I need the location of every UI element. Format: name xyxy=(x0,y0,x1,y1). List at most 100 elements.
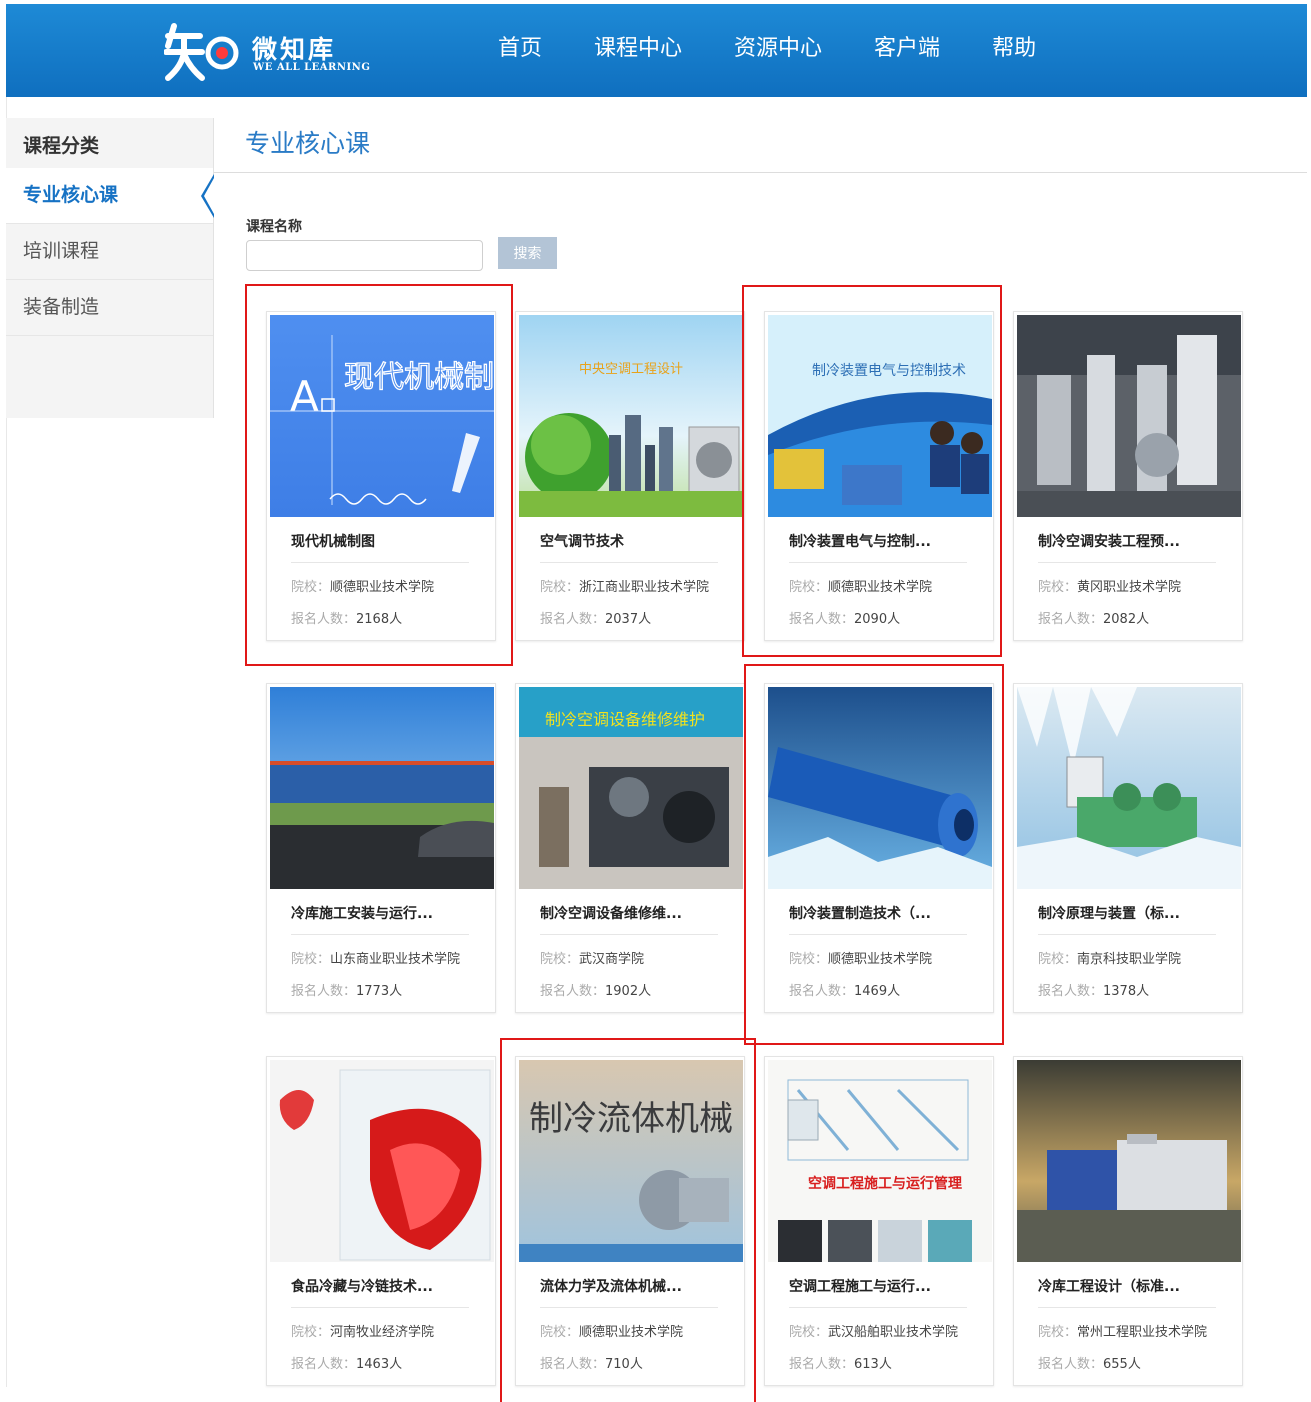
course-title[interactable]: 冷库工程设计（标准... xyxy=(1038,1276,1180,1296)
course-title[interactable]: 制冷空调安装工程预... xyxy=(1038,531,1180,551)
count-label: 报名人数： xyxy=(540,612,606,627)
course-card[interactable]: 空调工程施工与运行管理 空调工程施工与运行... 院校：武汉船舶职业技术学院 报… xyxy=(764,1056,994,1386)
course-thumbnail[interactable]: 制冷流体机械 xyxy=(519,1060,743,1262)
logo-text[interactable]: 微知库 xyxy=(252,30,336,66)
count-value: 613人 xyxy=(854,1357,892,1372)
school-label: 院校： xyxy=(540,1325,580,1340)
school-label: 院校： xyxy=(291,952,331,967)
svg-text:制冷流体机械: 制冷流体机械 xyxy=(529,1099,733,1139)
school-label: 院校： xyxy=(1038,952,1078,967)
course-card[interactable]: 冷库工程设计（标准... 院校：常州工程职业技术学院 报名人数：655人 xyxy=(1013,1056,1243,1386)
school-label: 院校： xyxy=(291,1325,331,1340)
course-card[interactable]: 制冷装置制造技术（... 院校：顺德职业技术学院 报名人数：1469人 xyxy=(764,683,994,1013)
sidebar-item-training[interactable]: 培训课程 xyxy=(6,224,213,280)
course-card[interactable]: 制冷原理与装置（标... 院校：南京科技职业学院 报名人数：1378人 xyxy=(1013,683,1243,1013)
course-title[interactable]: 空气调节技术 xyxy=(540,531,624,551)
course-card[interactable]: A 现代机械制图 现代机械制图 院校：顺德职业技术学院 报名人数：2168人 xyxy=(266,311,496,641)
school-name: 顺德职业技术学院 xyxy=(579,1325,684,1340)
course-card[interactable]: 制冷流体机械 流体力学及流体机械... 院校：顺德职业技术学院 报名人数：710… xyxy=(515,1056,745,1386)
card-divider xyxy=(291,934,469,935)
count-label: 报名人数： xyxy=(789,1357,855,1372)
logo-icon[interactable] xyxy=(164,20,240,82)
nav-home[interactable]: 首页 xyxy=(498,34,542,64)
course-title[interactable]: 流体力学及流体机械... xyxy=(540,1276,682,1296)
school-label: 院校： xyxy=(789,580,829,595)
card-divider xyxy=(291,1307,469,1308)
course-card[interactable]: 制冷空调设备维修维护 制冷空调设备维修维... 院校：武汉商学院 报名人数：19… xyxy=(515,683,745,1013)
svg-text:制冷空调设备维修维护: 制冷空调设备维修维护 xyxy=(545,710,705,729)
school-name: 浙江商业职业技术学院 xyxy=(579,580,710,595)
course-school: 院校：武汉商学院 xyxy=(540,948,644,967)
course-title[interactable]: 制冷装置电气与控制... xyxy=(789,531,931,551)
card-divider xyxy=(540,1307,718,1308)
course-school: 院校：山东商业职业技术学院 xyxy=(291,948,460,967)
count-value: 2090人 xyxy=(854,612,901,627)
nav-resource-center[interactable]: 资源中心 xyxy=(734,34,822,64)
count-value: 1463人 xyxy=(356,1357,403,1372)
course-card[interactable]: 中央空调工程设计 空气调节技术 院校：浙江商业职业技术学院 报名人数：2037人 xyxy=(515,311,745,641)
course-school: 院校：武汉船舶职业技术学院 xyxy=(789,1321,958,1340)
course-title[interactable]: 空调工程施工与运行... xyxy=(789,1276,931,1296)
sidebar-item-equipment[interactable]: 装备制造 xyxy=(6,280,213,336)
sidebar-item-core-courses[interactable]: 专业核心课 xyxy=(6,168,214,224)
school-name: 南京科技职业学院 xyxy=(1077,952,1182,967)
course-card[interactable]: 食品冷藏与冷链技术... 院校：河南牧业经济学院 报名人数：1463人 xyxy=(266,1056,496,1386)
course-thumbnail[interactable]: 制冷空调设备维修维护 xyxy=(519,687,743,889)
nav-client[interactable]: 客户端 xyxy=(874,34,940,64)
course-thumbnail[interactable] xyxy=(270,1060,494,1262)
course-enroll-count: 报名人数：2082人 xyxy=(1038,608,1149,627)
card-divider xyxy=(1038,562,1216,563)
count-label: 报名人数： xyxy=(291,612,357,627)
course-enroll-count: 报名人数：613人 xyxy=(789,1353,892,1372)
school-label: 院校： xyxy=(1038,580,1078,595)
count-value: 2082人 xyxy=(1103,612,1150,627)
course-thumbnail[interactable]: A 现代机械制图 xyxy=(270,315,494,517)
count-label: 报名人数： xyxy=(1038,1357,1104,1372)
course-title[interactable]: 制冷原理与装置（标... xyxy=(1038,903,1180,923)
count-label: 报名人数： xyxy=(291,1357,357,1372)
course-enroll-count: 报名人数：710人 xyxy=(540,1353,643,1372)
school-label: 院校： xyxy=(540,580,580,595)
school-name: 常州工程职业技术学院 xyxy=(1077,1325,1208,1340)
course-card[interactable]: 冷库施工安装与运行... 院校：山东商业职业技术学院 报名人数：1773人 xyxy=(266,683,496,1013)
course-thumbnail[interactable] xyxy=(1017,1060,1241,1262)
course-school: 院校：浙江商业职业技术学院 xyxy=(540,576,709,595)
course-name-input[interactable] xyxy=(246,240,483,271)
count-value: 710人 xyxy=(605,1357,643,1372)
count-value: 2168人 xyxy=(356,612,403,627)
course-title[interactable]: 冷库施工安装与运行... xyxy=(291,903,433,923)
course-card[interactable]: 制冷空调安装工程预... 院校：黄冈职业技术学院 报名人数：2082人 xyxy=(1013,311,1243,641)
card-divider xyxy=(540,934,718,935)
course-title[interactable]: 现代机械制图 xyxy=(291,531,375,551)
search-button[interactable]: 搜索 xyxy=(498,237,557,269)
course-enroll-count: 报名人数：2090人 xyxy=(789,608,900,627)
nav-help[interactable]: 帮助 xyxy=(992,34,1036,64)
nav-course-center[interactable]: 课程中心 xyxy=(594,34,682,64)
course-thumbnail[interactable]: 空调工程施工与运行管理 xyxy=(768,1060,992,1262)
card-divider xyxy=(1038,1307,1216,1308)
course-school: 院校：南京科技职业学院 xyxy=(1038,948,1181,967)
count-label: 报名人数： xyxy=(540,984,606,999)
card-divider xyxy=(789,934,967,935)
svg-text:空调工程施工与运行管理: 空调工程施工与运行管理 xyxy=(808,1175,962,1192)
course-thumbnail[interactable] xyxy=(1017,315,1241,517)
main-nav: 首页 课程中心 资源中心 客户端 帮助 xyxy=(498,34,1088,64)
school-name: 河南牧业经济学院 xyxy=(330,1325,435,1340)
course-card[interactable]: 制冷装置电气与控制技术 制冷装置电气与控制... 院校：顺德职业技术学院 报名人… xyxy=(764,311,994,641)
page-title: 专业核心课 xyxy=(245,129,371,158)
sidebar-title: 课程分类 xyxy=(23,135,100,157)
title-divider xyxy=(214,172,1307,173)
course-enroll-count: 报名人数：1378人 xyxy=(1038,980,1149,999)
svg-text:制冷装置电气与控制技术: 制冷装置电气与控制技术 xyxy=(812,363,966,379)
course-title[interactable]: 制冷空调设备维修维... xyxy=(540,903,682,923)
course-thumbnail[interactable]: 中央空调工程设计 xyxy=(519,315,743,517)
svg-text:A: A xyxy=(290,372,319,421)
course-title[interactable]: 食品冷藏与冷链技术... xyxy=(291,1276,433,1296)
course-enroll-count: 报名人数：1463人 xyxy=(291,1353,402,1372)
course-thumbnail[interactable]: 制冷装置电气与控制技术 xyxy=(768,315,992,517)
course-title[interactable]: 制冷装置制造技术（... xyxy=(789,903,931,923)
course-thumbnail[interactable] xyxy=(768,687,992,889)
course-thumbnail[interactable] xyxy=(270,687,494,889)
course-thumbnail[interactable] xyxy=(1017,687,1241,889)
category-sidebar: 课程分类 专业核心课 培训课程 装备制造 xyxy=(6,118,214,418)
